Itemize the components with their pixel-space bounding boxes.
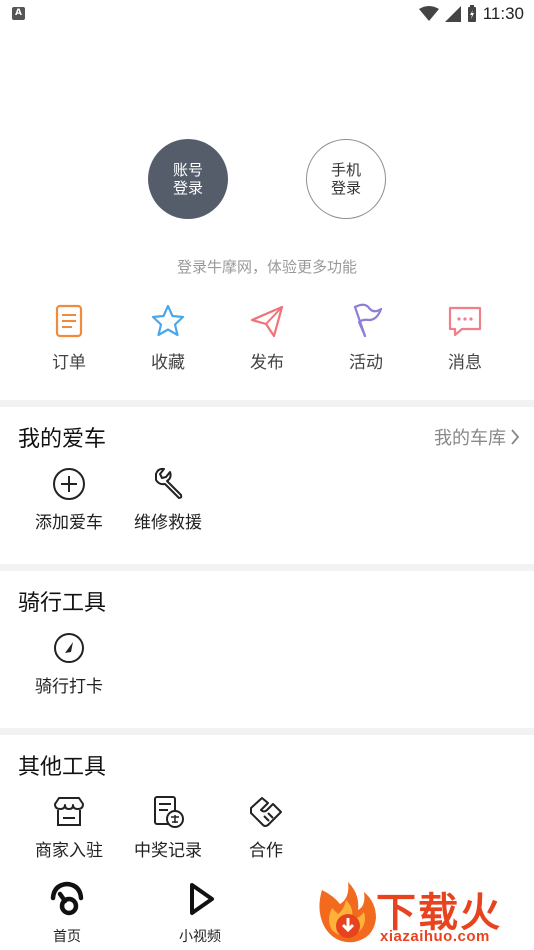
home-icon: [50, 881, 84, 916]
quick-label-publish: 发布: [250, 353, 284, 373]
account-login-label: 账号登录: [172, 161, 203, 197]
wifi-icon: [418, 6, 439, 21]
quick-label-favorites: 收藏: [151, 353, 185, 373]
status-bar: A 11:30: [0, 0, 534, 28]
merchant-join-label: 商家入驻: [35, 841, 103, 861]
add-car-button[interactable]: 添加爱车: [19, 466, 119, 533]
profile-page: A 11:30 账号登录 手机登录 登录牛摩网，体验更多功能 订单 收藏 发布: [0, 0, 534, 950]
paper-plane-icon: [250, 305, 284, 338]
order-icon: [55, 304, 83, 338]
message-icon: [448, 306, 482, 337]
phone-login-button[interactable]: 手机登录: [306, 139, 386, 219]
add-car-label: 添加爱车: [35, 513, 103, 533]
ride-checkin-label: 骑行打卡: [35, 677, 103, 697]
notification-badge: A: [12, 7, 25, 20]
account-login-button[interactable]: 账号登录: [148, 139, 228, 219]
prize-record-label: 中奖记录: [134, 841, 202, 861]
quick-item-order[interactable]: 订单: [20, 302, 118, 373]
cooperation-button[interactable]: 合作: [216, 794, 316, 861]
phone-login-label: 手机登录: [330, 161, 361, 197]
flag-icon: [353, 303, 383, 338]
login-hint: 登录牛摩网，体验更多功能: [176, 258, 357, 276]
gauge-icon: [54, 633, 84, 663]
quick-item-favorites[interactable]: 收藏: [119, 302, 217, 373]
other-tools-title: 其他工具: [18, 755, 107, 780]
prize-record-icon: [154, 796, 184, 828]
quick-item-activity[interactable]: 活动: [317, 302, 415, 373]
my-garage-label: 我的车库: [434, 428, 506, 449]
watermark: 下载火 xiazaihuo.com: [314, 878, 534, 950]
repair-rescue-label: 维修救援: [134, 513, 202, 533]
nav-home-label: 首页: [53, 929, 81, 945]
watermark-url: xiazaihuo.com: [380, 928, 490, 945]
quick-label-order: 订单: [52, 353, 86, 373]
nav-home[interactable]: 首页: [17, 880, 117, 946]
section-divider: [0, 564, 534, 571]
repair-rescue-button[interactable]: 维修救援: [118, 466, 218, 533]
quick-actions: 订单 收藏 发布 活动 消息: [20, 302, 514, 373]
battery-icon: [467, 5, 476, 22]
chevron-right-icon: [511, 429, 520, 445]
store-icon: [54, 797, 84, 826]
star-icon: [151, 304, 185, 337]
my-car-title: 我的爱车: [18, 427, 107, 452]
nav-short-video-label: 小视频: [179, 929, 221, 945]
section-divider: [0, 400, 534, 407]
handshake-icon: [250, 797, 282, 827]
wrench-icon: [155, 467, 183, 499]
quick-label-activity: 活动: [349, 353, 383, 373]
play-icon: [190, 883, 214, 915]
ride-checkin-button[interactable]: 骑行打卡: [19, 630, 119, 697]
signal-icon: [444, 6, 461, 22]
cooperation-label: 合作: [249, 841, 283, 861]
status-icons: 11:30: [418, 3, 524, 25]
prize-record-button[interactable]: 中奖记录: [118, 794, 218, 861]
plus-circle-icon: [53, 468, 85, 500]
clock: 11:30: [482, 4, 524, 23]
quick-item-publish[interactable]: 发布: [218, 302, 316, 373]
my-garage-link[interactable]: 我的车库: [434, 424, 520, 450]
quick-label-messages: 消息: [448, 353, 482, 373]
riding-tools-title: 骑行工具: [18, 591, 107, 616]
section-divider: [0, 728, 534, 735]
nav-short-video[interactable]: 小视频: [150, 880, 250, 946]
merchant-join-button[interactable]: 商家入驻: [19, 794, 119, 861]
quick-item-messages[interactable]: 消息: [416, 302, 514, 373]
flame-logo-icon: [319, 882, 376, 943]
